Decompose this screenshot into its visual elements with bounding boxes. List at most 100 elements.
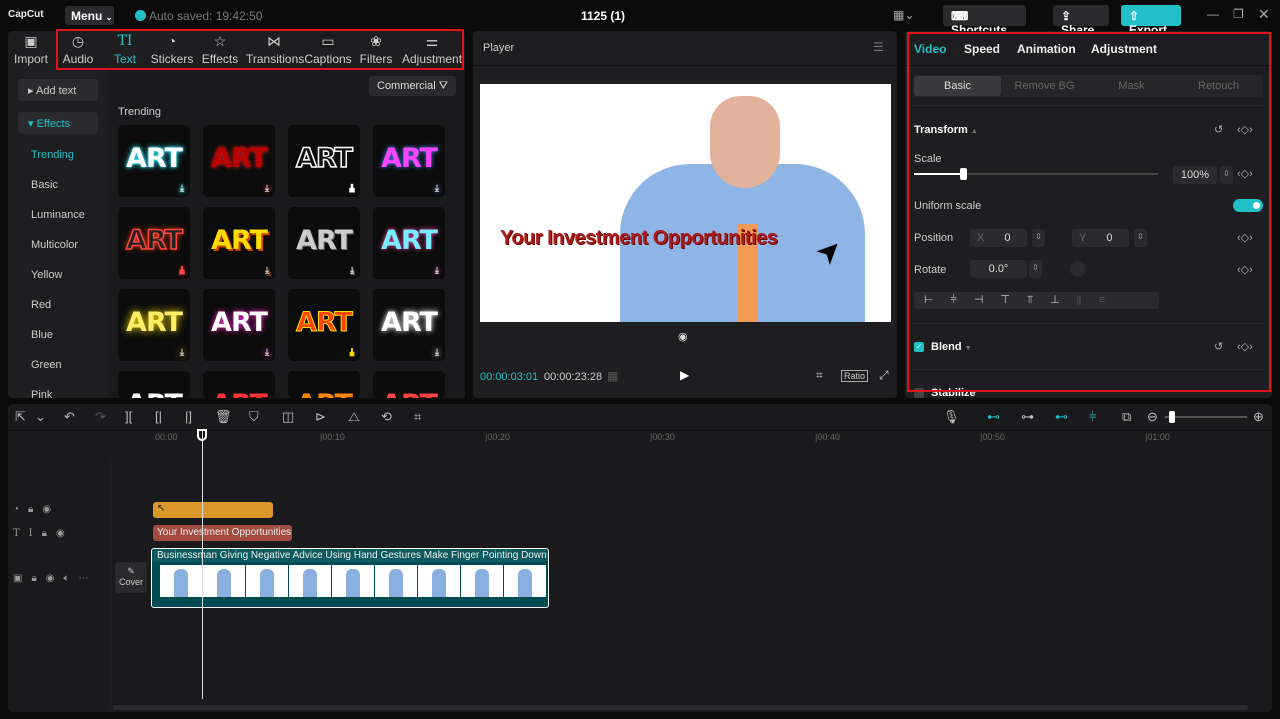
download-icon[interactable]: ⤓ <box>435 348 439 358</box>
lock-icon[interactable]: 🔒︎ <box>28 504 42 515</box>
cursor-sticker-icon: ↖ <box>157 503 166 514</box>
text-effect-tile[interactable]: ART ⤓ <box>203 289 275 361</box>
download-icon[interactable]: ⤓ <box>350 266 354 276</box>
category-luminance[interactable]: Luminance <box>31 209 85 223</box>
playhead[interactable] <box>202 431 203 699</box>
freeze-icon[interactable]: ◫ <box>282 409 294 425</box>
ruler-label: |00:50 <box>980 432 1005 442</box>
download-icon[interactable]: ⤓ <box>435 266 439 276</box>
tool-import[interactable]: ▣ Import <box>6 33 56 66</box>
minimize-button[interactable]: — <box>1207 7 1219 21</box>
delete-icon[interactable]: 🗑︎ <box>215 409 232 425</box>
download-icon[interactable]: ⤓ <box>180 348 184 358</box>
close-button[interactable]: ✕ <box>1258 6 1270 23</box>
effects-category[interactable]: ▾ Effects <box>18 112 98 134</box>
add-text-button[interactable]: ▸ Add text <box>18 79 98 101</box>
text-effect-tile[interactable]: ART ⤓ <box>373 125 445 197</box>
video-clip[interactable]: Businessman Giving Negative Advice Using… <box>151 548 549 608</box>
split-left-icon[interactable]: [| <box>155 409 162 424</box>
download-icon[interactable]: ⤓ <box>179 265 184 277</box>
magnet-icon[interactable]: ⊷ <box>987 409 1000 425</box>
commercial-filter[interactable]: Commercial ⛛ <box>369 76 456 96</box>
split-icon[interactable]: ][ <box>125 409 132 424</box>
text-effect-tile[interactable]: ART ⤓ <box>203 125 275 197</box>
ratio-button[interactable]: Ratio <box>841 370 869 382</box>
timecode-grid-icon[interactable]: ▦ <box>607 369 618 383</box>
text-clip[interactable]: Your Investment Opportunities <box>153 525 292 541</box>
category-yellow[interactable]: Yellow <box>31 269 62 283</box>
crop-icon[interactable]: ⌗ <box>414 409 421 425</box>
rotate-handle-icon[interactable]: ◉ <box>678 330 688 343</box>
audio-mute-icon[interactable]: 🔈︎ <box>64 573 79 584</box>
text-effect-tile[interactable]: ART ⤓ <box>118 289 190 361</box>
player-menu-icon[interactable]: ☰ <box>873 40 884 54</box>
rotate-icon[interactable]: ⟲ <box>381 409 392 425</box>
cover-button[interactable]: ✎ Cover <box>115 562 147 593</box>
sticker-clip[interactable]: ↖ <box>153 502 273 518</box>
chevron-down-icon[interactable]: ⌄ <box>35 409 46 425</box>
download-icon[interactable]: ⤓ <box>435 184 439 194</box>
video-preview[interactable]: Your Investment Opportunities ➤ <box>480 84 891 322</box>
category-blue[interactable]: Blue <box>31 329 53 343</box>
timeline-scrollbar[interactable] <box>113 705 1248 710</box>
zoom-slider-thumb[interactable] <box>1169 411 1175 423</box>
mirror-icon[interactable]: ⧍ <box>348 409 360 425</box>
text-effect-tile[interactable]: ART <box>288 371 360 398</box>
download-icon[interactable]: ⤓ <box>265 184 269 194</box>
text-effect-tile[interactable]: ART ⤓ <box>288 289 360 361</box>
expand-icon[interactable]: ⤢ <box>879 368 889 383</box>
lock-icon[interactable]: 🔒︎ <box>42 528 56 539</box>
microphone-icon[interactable]: 🎙︎ <box>943 409 960 425</box>
text-effect-tile[interactable]: ART ⤓ <box>203 207 275 279</box>
text-effect-tile[interactable]: ART ⤓ <box>118 207 190 279</box>
download-icon[interactable]: ⤓ <box>349 183 354 195</box>
text-effect-tile[interactable]: ART ⤓ <box>373 207 445 279</box>
export-button[interactable]: ⇧ Export <box>1121 5 1181 37</box>
download-icon[interactable]: ⤓ <box>265 266 269 276</box>
layout-icon[interactable]: ▦⌄ <box>893 8 914 22</box>
tile-label: ART <box>125 224 183 257</box>
select-icon[interactable]: ⇱ <box>15 409 26 425</box>
reverse-icon[interactable]: ⊳ <box>315 409 326 425</box>
text-effect-tile[interactable]: ART ⤓ <box>288 125 360 197</box>
playhead-handle[interactable] <box>197 429 207 441</box>
split-right-icon[interactable]: |] <box>185 409 192 424</box>
category-basic[interactable]: Basic <box>31 179 58 193</box>
download-icon[interactable]: ⤓ <box>350 348 355 359</box>
text-effect-tile[interactable]: ART ⤓ <box>288 207 360 279</box>
download-icon[interactable]: ⤓ <box>180 184 184 194</box>
text-effect-tile[interactable]: ART ⤓ <box>118 125 190 197</box>
sticker-track-icon: ◔ <box>13 504 29 515</box>
category-pink[interactable]: Pink <box>31 389 52 398</box>
share-button[interactable]: ⇪ Share <box>1053 5 1109 37</box>
text-effect-tile[interactable]: ART <box>373 371 445 398</box>
more-icon[interactable]: ⋯ <box>79 573 98 584</box>
split-preview-icon[interactable]: ⫩ <box>1089 409 1096 425</box>
fullscreen-preview-icon[interactable]: ⌗ <box>816 368 823 383</box>
text-effect-tile[interactable]: ART <box>203 371 275 398</box>
zoom-out-icon[interactable]: ⊖ <box>1147 409 1158 425</box>
play-button[interactable]: ▶ <box>680 368 689 382</box>
marker-icon[interactable]: ⛉ <box>249 409 259 425</box>
preview-axis-icon[interactable]: ⧉ <box>1122 409 1131 425</box>
eye-icon[interactable]: ◉ <box>56 528 74 539</box>
category-multicolor[interactable]: Multicolor <box>31 239 78 253</box>
eye-icon[interactable]: ◉ <box>42 504 60 515</box>
snap-icon[interactable]: ⊷ <box>1055 409 1068 425</box>
eye-icon[interactable]: ◉ <box>46 573 64 584</box>
menu-button[interactable]: Menu ⌄ <box>65 6 114 25</box>
category-green[interactable]: Green <box>31 359 62 373</box>
category-trending[interactable]: Trending <box>31 149 74 163</box>
link-icon[interactable]: ⊶ <box>1021 409 1034 425</box>
lock-icon[interactable]: 🔒︎ <box>31 573 45 584</box>
maximize-button[interactable]: ❐ <box>1233 7 1244 21</box>
undo-icon[interactable]: ↶ <box>64 409 75 425</box>
category-red[interactable]: Red <box>31 299 51 313</box>
redo-icon[interactable]: ↷ <box>95 409 106 425</box>
shortcuts-button[interactable]: ⌨ Shortcuts <box>943 5 1026 37</box>
download-icon[interactable]: ⤓ <box>265 348 269 358</box>
text-effect-tile[interactable]: ART ⤓ <box>373 289 445 361</box>
text-effect-tile[interactable]: ART <box>118 371 190 398</box>
zoom-slider[interactable] <box>1165 411 1247 423</box>
zoom-in-icon[interactable]: ⊕ <box>1253 409 1264 425</box>
